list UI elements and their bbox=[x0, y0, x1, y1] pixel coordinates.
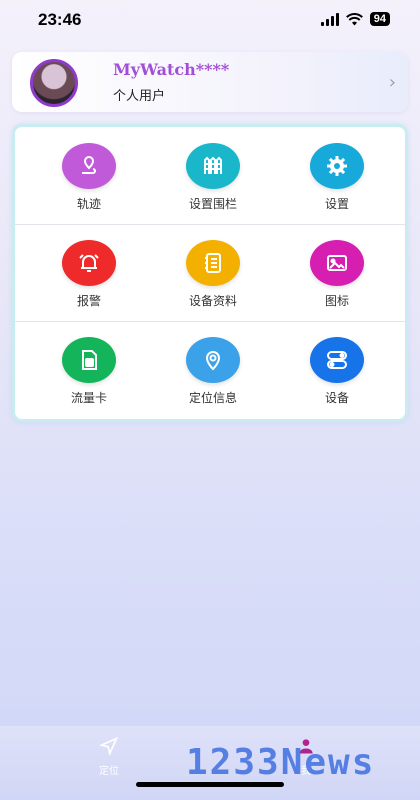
profile-user-type: 个人用户 bbox=[113, 89, 166, 104]
function-grid: 轨迹 设置围栏 设置 报警 设备资料 图标 流量卡 定位信息 设备 bbox=[12, 124, 408, 422]
navigation-arrow-icon bbox=[98, 736, 119, 757]
grid-row: 流量卡 定位信息 设备 bbox=[15, 321, 405, 418]
track-icon bbox=[62, 143, 116, 189]
grid-item-device[interactable]: 设备 bbox=[273, 321, 397, 418]
image-icon bbox=[310, 240, 364, 286]
grid-item-device-info[interactable]: 设备资料 bbox=[149, 224, 273, 321]
grid-item-settings[interactable]: 设置 bbox=[273, 127, 397, 224]
grid-item-label: 定位信息 bbox=[188, 391, 237, 405]
device-toggle-icon bbox=[310, 337, 364, 383]
grid-item-track[interactable]: 轨迹 bbox=[25, 127, 149, 224]
nav-label: 定位 bbox=[99, 766, 119, 777]
grid-item-alarm[interactable]: 报警 bbox=[25, 224, 149, 321]
status-time: 23:46 bbox=[38, 10, 82, 29]
home-indicator bbox=[136, 782, 284, 787]
grid-item-label: 设备 bbox=[324, 391, 349, 405]
grid-item-fence[interactable]: 设置围栏 bbox=[149, 127, 273, 224]
signal-icon bbox=[320, 12, 339, 26]
location-pin-icon bbox=[186, 337, 240, 383]
grid-item-label: 设置围栏 bbox=[188, 197, 237, 211]
status-bar: 23:46 94 bbox=[0, 0, 420, 44]
grid-item-label: 报警 bbox=[76, 294, 101, 308]
grid-row: 报警 设备资料 图标 bbox=[15, 224, 405, 321]
grid-item-location-info[interactable]: 定位信息 bbox=[149, 321, 273, 418]
profile-card[interactable]: MyWatch**** 个人用户 › bbox=[12, 52, 408, 112]
sim-card-icon bbox=[62, 337, 116, 383]
alarm-bell-icon bbox=[62, 240, 116, 286]
grid-item-label: 图标 bbox=[324, 294, 349, 308]
grid-item-label: 设备资料 bbox=[188, 294, 237, 308]
battery-indicator: 94 bbox=[369, 12, 390, 26]
status-icons: 94 bbox=[320, 12, 390, 26]
grid-row: 轨迹 设置围栏 设置 bbox=[15, 127, 405, 224]
chevron-right-icon: › bbox=[388, 72, 396, 93]
wifi-icon bbox=[345, 12, 363, 25]
watermark-text: 1233News bbox=[186, 742, 376, 783]
grid-item-label: 设置 bbox=[324, 197, 349, 211]
gear-icon bbox=[310, 143, 364, 189]
grid-item-label: 轨迹 bbox=[76, 197, 101, 211]
device-info-icon bbox=[186, 240, 240, 286]
nav-item-location[interactable]: 定位 bbox=[79, 736, 139, 777]
profile-name: MyWatch**** bbox=[113, 60, 230, 79]
avatar bbox=[30, 59, 78, 107]
grid-item-sim-card[interactable]: 流量卡 bbox=[25, 321, 149, 418]
grid-item-label: 流量卡 bbox=[70, 391, 107, 405]
fence-icon bbox=[186, 143, 240, 189]
grid-item-icon[interactable]: 图标 bbox=[273, 224, 397, 321]
